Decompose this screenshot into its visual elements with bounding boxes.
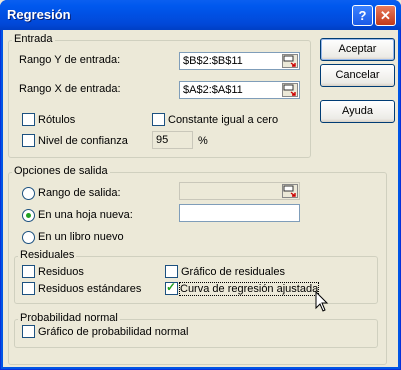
rango-radio[interactable]: [22, 187, 35, 200]
nivel-input[interactable]: 95: [152, 131, 193, 149]
x-range-input[interactable]: $A$2:$A$11: [179, 81, 300, 99]
help-button[interactable]: Ayuda: [320, 100, 395, 123]
y-range-label: Rango Y de entrada:: [19, 54, 121, 66]
rango-label: Rango de salida:: [38, 187, 121, 199]
nivel-checkbox[interactable]: [22, 134, 35, 147]
grafico-residuales-label: Gráfico de residuales: [181, 266, 285, 278]
collapse-dialog-icon[interactable]: [282, 83, 298, 97]
help-title-button[interactable]: ?: [352, 5, 373, 26]
constante-label: Constante igual a cero: [168, 114, 279, 126]
collapse-dialog-icon[interactable]: [282, 184, 298, 198]
constante-checkbox[interactable]: [152, 113, 165, 126]
entrada-group-label: Entrada: [12, 33, 55, 45]
nivel-label: Nivel de confianza: [38, 135, 128, 147]
hoja-label: En una hoja nueva:: [38, 209, 133, 221]
residuales-group-label: Residuales: [18, 249, 77, 261]
probabilidad-label: Gráfico de probabilidad normal: [38, 326, 189, 338]
close-button[interactable]: ✕: [375, 5, 396, 26]
salida-group-label: Opciones de salida: [12, 165, 110, 177]
dialog-body: Entrada Rango Y de entrada: $B$2:$B$11 R…: [3, 30, 398, 367]
curva-checkbox[interactable]: [165, 280, 178, 295]
libro-label: En un libro nuevo: [38, 231, 124, 243]
residuos-label: Residuos: [38, 266, 84, 278]
probabilidad-checkbox[interactable]: [22, 325, 35, 338]
window-title: Regresión: [7, 7, 71, 22]
rango-input[interactable]: [179, 182, 300, 200]
y-range-input[interactable]: $B$2:$B$11: [179, 52, 300, 70]
estandares-label: Residuos estándares: [38, 283, 142, 295]
x-range-label: Rango X de entrada:: [19, 83, 121, 95]
cancel-button[interactable]: Cancelar: [320, 64, 395, 87]
ok-button[interactable]: Aceptar: [320, 38, 395, 61]
y-range-value: $B$2:$B$11: [183, 55, 243, 67]
hoja-radio[interactable]: [22, 209, 35, 222]
rotulos-label: Rótulos: [38, 114, 76, 126]
libro-radio[interactable]: [22, 231, 35, 244]
grafico-residuales-checkbox[interactable]: [165, 265, 178, 278]
collapse-dialog-icon[interactable]: [282, 54, 298, 68]
nivel-unit: %: [198, 135, 208, 147]
probabilidad-group-label: Probabilidad normal: [18, 312, 120, 324]
curva-label: Curva de regresión ajustada: [178, 282, 320, 296]
nivel-value: 95: [156, 134, 169, 146]
estandares-checkbox[interactable]: [22, 282, 35, 295]
title-bar[interactable]: Regresión ? ✕: [0, 0, 401, 30]
residuos-checkbox[interactable]: [22, 265, 35, 278]
hoja-input[interactable]: [179, 204, 300, 222]
x-range-value: $A$2:$A$11: [183, 84, 243, 96]
rotulos-checkbox[interactable]: [22, 113, 35, 126]
mouse-cursor-icon: [315, 291, 329, 312]
